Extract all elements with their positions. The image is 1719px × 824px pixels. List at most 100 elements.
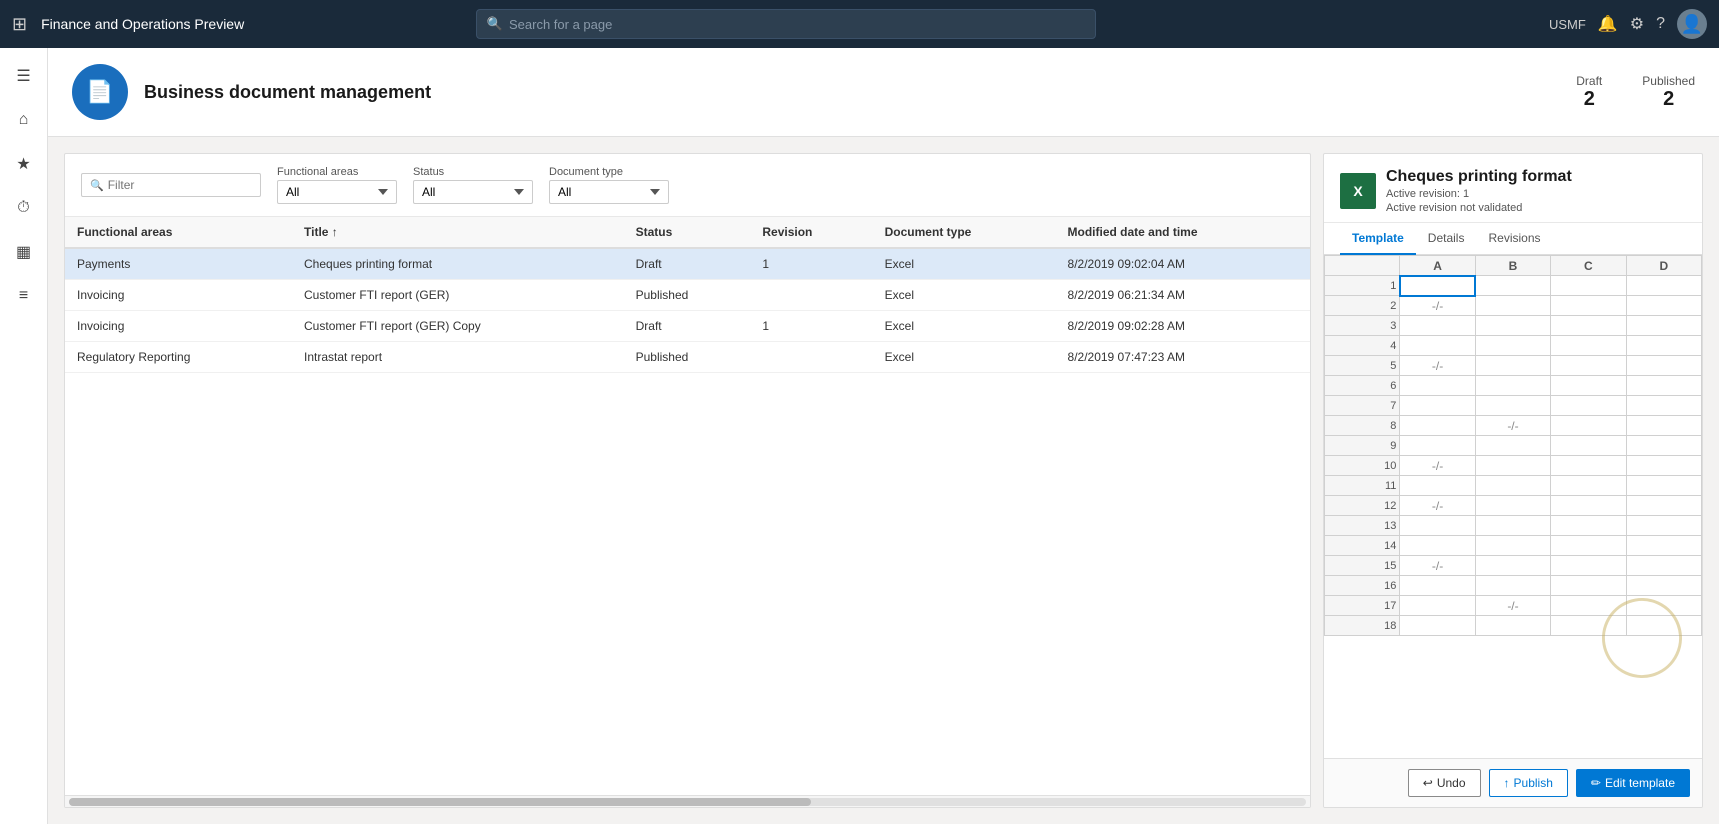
sheet-cell-r2-c4[interactable] [1626, 296, 1701, 316]
sheet-cell-r2-c2[interactable] [1475, 296, 1550, 316]
sheet-cell-r8-c2[interactable]: -/- [1475, 416, 1550, 436]
sidebar-item-workspaces[interactable]: ▦ [4, 232, 44, 272]
table-row[interactable]: Payments Cheques printing format Draft 1… [65, 248, 1310, 280]
sheet-cell-r2-c1[interactable]: -/- [1400, 296, 1475, 316]
document-type-select[interactable]: All [549, 180, 669, 204]
tab-template[interactable]: Template [1340, 223, 1416, 255]
sheet-container[interactable]: ABCD12-/-345-/-678-/-910-/-1112-/-131415… [1324, 255, 1702, 758]
horizontal-scrollbar[interactable] [65, 795, 1310, 807]
tab-details[interactable]: Details [1416, 223, 1477, 255]
sheet-cell-r11-c2[interactable] [1475, 476, 1550, 496]
avatar[interactable]: 👤 [1677, 9, 1707, 39]
sheet-cell-r4-c3[interactable] [1551, 336, 1626, 356]
sheet-cell-r14-c1[interactable] [1400, 536, 1475, 556]
sheet-cell-r18-c1[interactable] [1400, 616, 1475, 636]
sheet-cell-r12-c4[interactable] [1626, 496, 1701, 516]
sheet-cell-r2-c3[interactable] [1551, 296, 1626, 316]
sheet-cell-r6-c3[interactable] [1551, 376, 1626, 396]
sheet-cell-r18-c4[interactable] [1626, 616, 1701, 636]
sheet-cell-r4-c4[interactable] [1626, 336, 1701, 356]
sheet-cell-r12-c2[interactable] [1475, 496, 1550, 516]
sidebar-item-list[interactable]: ≡ [4, 276, 44, 316]
sheet-cell-r5-c3[interactable] [1551, 356, 1626, 376]
sheet-cell-r7-c4[interactable] [1626, 396, 1701, 416]
sheet-cell-r11-c4[interactable] [1626, 476, 1701, 496]
sheet-cell-r16-c1[interactable] [1400, 576, 1475, 596]
sheet-cell-r14-c3[interactable] [1551, 536, 1626, 556]
table-row[interactable]: Invoicing Customer FTI report (GER) Copy… [65, 311, 1310, 342]
sheet-cell-r6-c2[interactable] [1475, 376, 1550, 396]
sheet-cell-r8-c1[interactable] [1400, 416, 1475, 436]
sheet-cell-r13-c3[interactable] [1551, 516, 1626, 536]
sheet-cell-r9-c3[interactable] [1551, 436, 1626, 456]
apps-icon[interactable]: ⊞ [12, 14, 27, 35]
sheet-cell-r13-c1[interactable] [1400, 516, 1475, 536]
sheet-cell-r9-c4[interactable] [1626, 436, 1701, 456]
sheet-cell-r3-c1[interactable] [1400, 316, 1475, 336]
sheet-cell-r1-c3[interactable] [1551, 276, 1626, 296]
sheet-cell-r13-c4[interactable] [1626, 516, 1701, 536]
undo-button[interactable]: ↩ Undo [1408, 769, 1481, 797]
sheet-cell-r10-c1[interactable]: -/- [1400, 456, 1475, 476]
sheet-cell-r17-c4[interactable] [1626, 596, 1701, 616]
sheet-cell-r1-c2[interactable] [1475, 276, 1550, 296]
sheet-cell-r5-c2[interactable] [1475, 356, 1550, 376]
sheet-cell-r16-c2[interactable] [1475, 576, 1550, 596]
sheet-cell-r4-c1[interactable] [1400, 336, 1475, 356]
edit-template-button[interactable]: ✏ Edit template [1576, 769, 1690, 797]
sheet-cell-r3-c4[interactable] [1626, 316, 1701, 336]
sheet-cell-r15-c2[interactable] [1475, 556, 1550, 576]
sheet-cell-r15-c1[interactable]: -/- [1400, 556, 1475, 576]
sheet-cell-r7-c3[interactable] [1551, 396, 1626, 416]
sheet-cell-r5-c4[interactable] [1626, 356, 1701, 376]
search-input[interactable] [509, 17, 1085, 32]
sheet-cell-r1-c4[interactable] [1626, 276, 1701, 296]
sheet-cell-r11-c3[interactable] [1551, 476, 1626, 496]
scrollbar-thumb[interactable] [69, 798, 811, 806]
sheet-cell-r6-c4[interactable] [1626, 376, 1701, 396]
sheet-cell-r14-c4[interactable] [1626, 536, 1701, 556]
sidebar-item-home[interactable]: ⌂ [4, 100, 44, 140]
sheet-cell-r4-c2[interactable] [1475, 336, 1550, 356]
sheet-cell-r17-c3[interactable] [1551, 596, 1626, 616]
sheet-cell-r12-c3[interactable] [1551, 496, 1626, 516]
sheet-cell-r7-c1[interactable] [1400, 396, 1475, 416]
filter-input[interactable] [108, 178, 252, 192]
sheet-cell-r9-c1[interactable] [1400, 436, 1475, 456]
filter-search-box[interactable]: 🔍 [81, 173, 261, 197]
notification-icon[interactable]: 🔔 [1598, 14, 1618, 34]
col-title[interactable]: Title ↑ [292, 217, 624, 248]
functional-areas-select[interactable]: All [277, 180, 397, 204]
sheet-cell-r10-c3[interactable] [1551, 456, 1626, 476]
sheet-cell-r8-c3[interactable] [1551, 416, 1626, 436]
sheet-cell-r18-c3[interactable] [1551, 616, 1626, 636]
sheet-cell-r15-c4[interactable] [1626, 556, 1701, 576]
publish-button[interactable]: ↑ Publish [1489, 769, 1568, 797]
settings-icon[interactable]: ⚙ [1630, 14, 1644, 34]
sheet-cell-r13-c2[interactable] [1475, 516, 1550, 536]
sheet-cell-r16-c3[interactable] [1551, 576, 1626, 596]
sheet-cell-r6-c1[interactable] [1400, 376, 1475, 396]
sheet-cell-r17-c1[interactable] [1400, 596, 1475, 616]
sheet-cell-r14-c2[interactable] [1475, 536, 1550, 556]
sheet-cell-r7-c2[interactable] [1475, 396, 1550, 416]
search-bar[interactable]: 🔍 [476, 9, 1096, 39]
sidebar-item-favorites[interactable]: ★ [4, 144, 44, 184]
col-functional-areas[interactable]: Functional areas [65, 217, 292, 248]
help-icon[interactable]: ? [1656, 15, 1665, 33]
sheet-cell-r18-c2[interactable] [1475, 616, 1550, 636]
sheet-cell-r9-c2[interactable] [1475, 436, 1550, 456]
sheet-cell-r3-c2[interactable] [1475, 316, 1550, 336]
sheet-cell-r16-c4[interactable] [1626, 576, 1701, 596]
sheet-cell-r17-c2[interactable]: -/- [1475, 596, 1550, 616]
table-row[interactable]: Regulatory Reporting Intrastat report Pu… [65, 342, 1310, 373]
scrollbar-track[interactable] [69, 798, 1306, 806]
table-row[interactable]: Invoicing Customer FTI report (GER) Publ… [65, 280, 1310, 311]
sheet-cell-r5-c1[interactable]: -/- [1400, 356, 1475, 376]
sidebar-item-menu[interactable]: ☰ [4, 56, 44, 96]
sheet-cell-r1-c1[interactable] [1400, 276, 1475, 296]
sheet-cell-r8-c4[interactable] [1626, 416, 1701, 436]
sheet-cell-r15-c3[interactable] [1551, 556, 1626, 576]
sheet-cell-r3-c3[interactable] [1551, 316, 1626, 336]
sheet-cell-r12-c1[interactable]: -/- [1400, 496, 1475, 516]
